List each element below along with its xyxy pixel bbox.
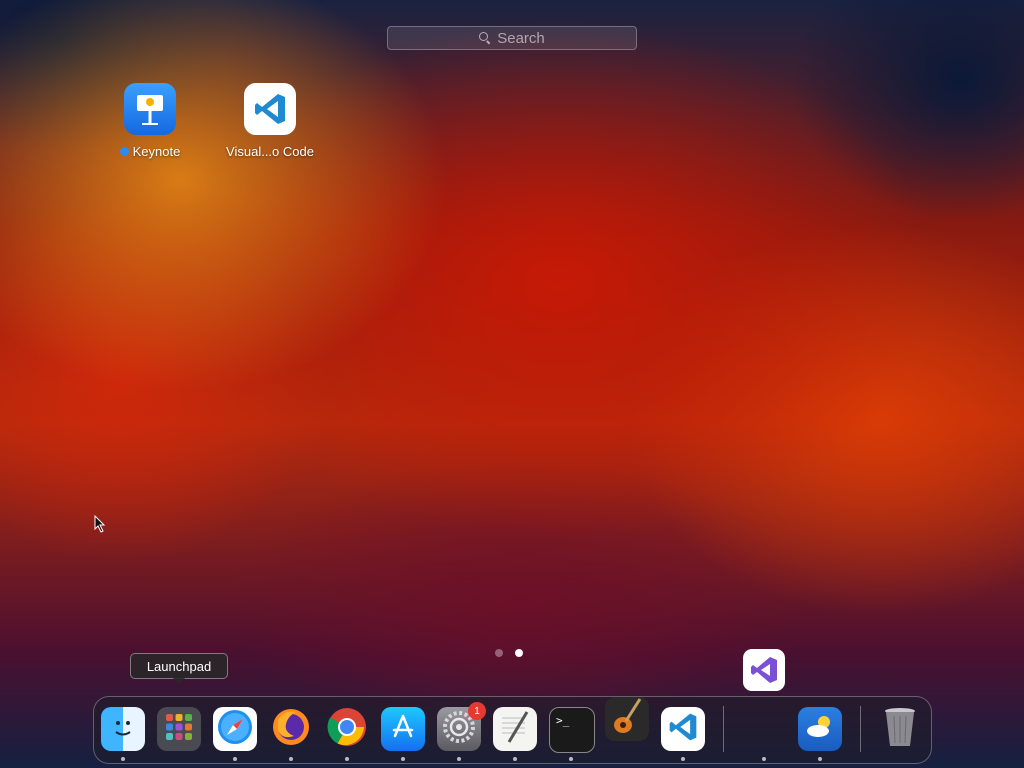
dock-weather[interactable] <box>798 707 842 751</box>
dock-textedit[interactable] <box>493 707 537 751</box>
running-indicator <box>345 757 349 761</box>
dock-firefox[interactable] <box>269 707 313 751</box>
page-indicator <box>495 649 523 657</box>
notification-badge: 1 <box>468 702 486 720</box>
vscode-icon <box>667 711 699 748</box>
finder-icon <box>108 712 138 747</box>
app-label: Keynote <box>132 144 181 159</box>
running-indicator <box>289 757 293 761</box>
dock-app-store[interactable] <box>381 707 425 751</box>
running-indicator <box>121 757 125 761</box>
app-visual-studio-code[interactable]: Visual...o Code <box>215 83 325 159</box>
app-keynote[interactable]: Keynote <box>95 83 205 159</box>
dock-trash[interactable] <box>878 707 922 751</box>
running-indicator <box>401 757 405 761</box>
dock-chrome[interactable] <box>325 707 369 751</box>
terminal-icon: >_ <box>556 714 570 727</box>
app-label: Visual...o Code <box>226 144 314 159</box>
guitar-icon <box>610 697 644 742</box>
search-placeholder: Search <box>497 29 545 47</box>
dock-tooltip: Launchpad <box>130 653 228 684</box>
dock-separator <box>860 706 861 752</box>
search-icon <box>479 32 491 44</box>
visual-studio-dragged-icon[interactable] <box>743 649 785 691</box>
dock-finder[interactable] <box>101 707 145 751</box>
dock-garageband[interactable] <box>605 697 649 741</box>
firefox-icon <box>270 706 312 753</box>
launchpad-icon <box>163 711 195 748</box>
page-dot-current[interactable] <box>515 649 523 657</box>
new-app-indicator <box>119 147 129 156</box>
app-store-icon <box>388 712 418 747</box>
dock-vscode[interactable] <box>661 707 705 751</box>
running-indicator <box>681 757 685 761</box>
dock-separator <box>723 706 724 752</box>
keynote-icon <box>124 83 176 135</box>
page-dot[interactable] <box>495 649 503 657</box>
textedit-icon <box>497 709 533 750</box>
chrome-icon <box>326 706 368 753</box>
dock-terminal[interactable]: >_ <box>549 707 595 753</box>
mouse-cursor-icon <box>94 514 106 538</box>
dock-visual-studio-placeholder[interactable] <box>742 707 786 751</box>
weather-icon <box>803 712 837 747</box>
dock-safari[interactable] <box>213 707 257 751</box>
running-indicator <box>457 757 461 761</box>
tooltip-label: Launchpad <box>146 658 212 674</box>
running-indicator <box>233 757 237 761</box>
running-indicator <box>762 757 766 761</box>
vscode-icon <box>244 83 296 135</box>
safari-icon <box>216 708 254 751</box>
dock-launchpad[interactable] <box>157 707 201 751</box>
running-indicator <box>569 757 573 761</box>
running-indicator <box>513 757 517 761</box>
running-indicator <box>818 757 822 761</box>
search-field[interactable]: Search <box>387 26 637 50</box>
trash-icon <box>882 706 918 753</box>
